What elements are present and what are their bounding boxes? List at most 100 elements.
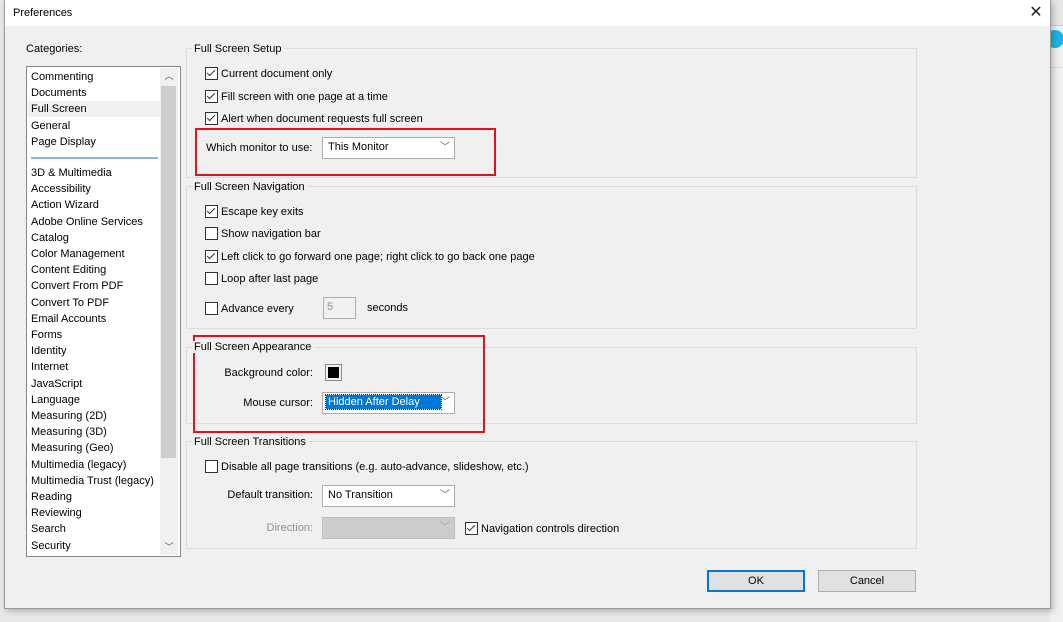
category-item[interactable]: Forms: [31, 327, 62, 343]
ok-button[interactable]: OK: [707, 570, 805, 592]
checkbox-box: [205, 205, 218, 218]
category-item[interactable]: Catalog: [31, 230, 69, 246]
show-navigation-bar-checkbox[interactable]: Show navigation bar: [205, 227, 321, 240]
alert-full-screen-checkbox[interactable]: Alert when document requests full screen: [205, 112, 423, 125]
category-item[interactable]: Email Accounts: [31, 311, 106, 327]
checkbox-label: Current document only: [221, 67, 333, 80]
background-color-swatch[interactable]: [325, 364, 342, 381]
dialog-title: Preferences: [13, 7, 73, 19]
current-document-only-checkbox[interactable]: Current document only: [205, 67, 332, 80]
setup-group-title: Full Screen Setup: [192, 43, 285, 55]
checkbox-box: [465, 522, 478, 535]
background-app: [1046, 0, 1063, 622]
appearance-group-title: Full Screen Appearance: [192, 341, 315, 353]
categories-label: Categories:: [26, 43, 83, 55]
category-item[interactable]: Documents: [31, 85, 87, 101]
chevron-down-icon: ﹀: [440, 142, 450, 153]
category-item[interactable]: Search: [31, 521, 66, 537]
direction-select[interactable]: ﹀: [322, 517, 455, 539]
checkbox-box: [205, 302, 218, 315]
chevron-down-icon: ﹀: [440, 522, 450, 533]
disable-transitions-checkbox[interactable]: Disable all page transitions (e.g. auto-…: [205, 460, 529, 473]
checkbox-label: Disable all page transitions (e.g. auto-…: [221, 460, 529, 473]
transitions-group-title: Full Screen Transitions: [192, 436, 309, 448]
checkbox-box: [205, 90, 218, 103]
category-item[interactable]: Accessibility: [31, 181, 91, 197]
mouse-cursor-select-value: Hidden After Delay: [325, 394, 442, 410]
mouse-cursor-select[interactable]: Hidden After Delay ﹀: [322, 392, 455, 414]
divider: [1050, 67, 1063, 68]
loop-after-last-page-checkbox[interactable]: Loop after last page: [205, 272, 318, 285]
navigation-controls-direction-checkbox[interactable]: Navigation controls direction: [465, 522, 619, 535]
advance-seconds-input[interactable]: 5: [323, 297, 356, 319]
advance-seconds-value: 5: [327, 301, 334, 313]
category-item[interactable]: Language: [31, 392, 80, 408]
category-item[interactable]: Content Editing: [31, 262, 106, 278]
checkbox-label: Escape key exits: [221, 205, 304, 218]
checkbox-label: Navigation controls direction: [481, 522, 620, 535]
category-item[interactable]: Color Management: [31, 246, 125, 262]
category-item[interactable]: JavaScript: [31, 376, 82, 392]
direction-label: Direction:: [266, 522, 313, 534]
scroll-up-icon[interactable]: ︿: [160, 68, 178, 84]
checkbox-box: [205, 250, 218, 263]
advance-every-checkbox[interactable]: Advance every: [205, 302, 294, 315]
checkbox-label: Loop after last page: [221, 272, 319, 285]
category-item[interactable]: Multimedia Trust (legacy): [31, 473, 154, 489]
category-item[interactable]: Identity: [31, 343, 66, 359]
category-item[interactable]: Measuring (3D): [31, 424, 107, 440]
checkbox-box: [205, 67, 218, 80]
checkbox-label: Fill screen with one page at a time: [221, 90, 388, 103]
category-item[interactable]: Full Screen: [28, 101, 161, 118]
monitor-label: Which monitor to use:: [206, 142, 313, 154]
title-bar: Preferences ✕: [5, 0, 1050, 26]
checkbox-label: Left click to go forward one page; right…: [221, 250, 535, 263]
close-icon[interactable]: ✕: [1025, 3, 1047, 23]
category-item[interactable]: Security: [31, 538, 71, 554]
checkbox-label: Advance every: [221, 302, 294, 315]
seconds-label: seconds: [367, 302, 408, 314]
pinned-separator: [31, 157, 158, 159]
preferences-dialog: Preferences ✕ Categories: Commenting Docu…: [4, 0, 1051, 609]
left-click-forward-checkbox[interactable]: Left click to go forward one page; right…: [205, 250, 535, 263]
category-item[interactable]: Convert From PDF: [31, 278, 123, 294]
category-item[interactable]: Page Display: [31, 134, 96, 150]
scrollbar-thumb[interactable]: [161, 86, 176, 458]
categories-scrollbar[interactable]: ︿ ﹀: [160, 68, 178, 555]
category-item[interactable]: Convert To PDF: [31, 295, 109, 311]
checkbox-box: [205, 460, 218, 473]
category-item[interactable]: 3D & Multimedia: [31, 165, 112, 181]
category-item[interactable]: Multimedia (legacy): [31, 457, 126, 473]
checkbox-box: [205, 227, 218, 240]
scroll-down-icon[interactable]: ﹀: [160, 539, 178, 555]
navigation-group-title: Full Screen Navigation: [192, 181, 308, 193]
category-item[interactable]: Internet: [31, 359, 68, 375]
category-item[interactable]: Commenting: [31, 69, 93, 85]
default-transition-select[interactable]: No Transition ﹀: [322, 485, 455, 507]
chevron-down-icon: ﹀: [440, 397, 450, 408]
checkbox-label: Show navigation bar: [221, 227, 321, 240]
checkbox-label: Alert when document requests full screen: [221, 112, 423, 125]
chevron-down-icon: ﹀: [440, 490, 450, 501]
fill-screen-checkbox[interactable]: Fill screen with one page at a time: [205, 90, 388, 103]
background-color-label: Background color:: [224, 367, 313, 379]
category-item[interactable]: Measuring (2D): [31, 408, 107, 424]
category-item[interactable]: Measuring (Geo): [31, 440, 114, 456]
mouse-cursor-label: Mouse cursor:: [243, 397, 313, 409]
checkbox-box: [205, 272, 218, 285]
default-transition-label: Default transition:: [227, 489, 313, 501]
direction-value: [326, 520, 330, 534]
cancel-button[interactable]: Cancel: [818, 570, 916, 592]
category-item[interactable]: General: [31, 118, 70, 134]
background-toolbar: [1050, 0, 1063, 26]
category-item[interactable]: Reviewing: [31, 505, 82, 521]
categories-list[interactable]: Commenting Documents Full Screen General Pag…: [26, 66, 181, 557]
category-item[interactable]: Adobe Online Services: [31, 214, 143, 230]
default-transition-value: No Transition: [328, 489, 393, 501]
escape-key-exits-checkbox[interactable]: Escape key exits: [205, 205, 304, 218]
monitor-select[interactable]: This Monitor ﹀: [322, 137, 455, 159]
category-item[interactable]: Reading: [31, 489, 72, 505]
monitor-select-value: This Monitor: [328, 141, 389, 153]
checkbox-box: [205, 112, 218, 125]
category-item[interactable]: Action Wizard: [31, 197, 99, 213]
